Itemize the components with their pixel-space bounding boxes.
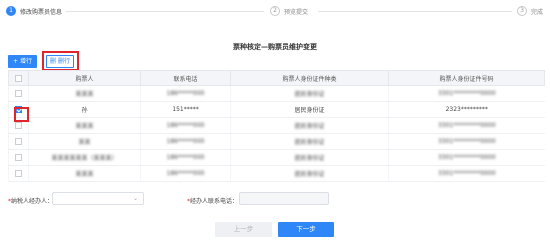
cell-name: 孙 [28,101,141,118]
step-1-label: 修改购票员信息 [20,8,63,16]
chevron-down-icon: ⌄ [132,195,138,202]
header-id-type: 购票人身份证件种类 [230,70,389,86]
cell-id-type: 居民身份证 [230,117,389,134]
header-buyer-name: 购票人 [28,70,141,86]
header-phone: 联系电话 [140,70,231,86]
cell-id-type: 居民身份证 [230,165,389,182]
step-1-number: 1 [6,6,16,16]
cell-name: 某某某 [28,85,141,102]
step-3-number: 3 [517,6,527,16]
cell-id-number: 2323********* [388,101,545,118]
cell-phone: 186*****000 [140,133,231,150]
table-row[interactable]: 某某某某某某（某某某） 186*****000 居民身份证 3301******… [8,149,545,166]
cell-phone: 186*****000 [140,117,231,134]
table-row[interactable]: 某某某 186*****000 居民身份证 3301*********0000 [8,165,545,182]
table-row[interactable]: 某某 186*****000 居民身份证 3301*********0000 [8,133,545,150]
step-2-number: 2 [270,6,280,16]
checkbox-highlight [14,107,29,122]
cell-name: 某某 [28,133,141,150]
select-all-checkbox[interactable] [15,74,22,82]
cell-name: 某某某 [28,117,141,134]
row-checkbox[interactable] [15,138,22,145]
phone-field-label: *经办人联系电话： [187,198,239,205]
table-header-row: 购票人 联系电话 购票人身份证件种类 购票人身份证件号码 [8,70,545,86]
cell-id-number: 3301*********0000 [388,149,545,166]
header-id-number: 购票人身份证件号码 [388,70,545,86]
cell-id-number: 3301*********0000 [388,117,545,134]
agent-phone-input[interactable] [239,192,329,205]
cell-id-type: 居民身份证 [230,149,389,166]
step-3-label: 完成 [531,8,544,16]
header-select[interactable] [8,70,29,86]
step-3: 3 完成 [517,6,543,16]
cell-id-type: 居民身份证 [230,133,389,150]
step-connector [66,11,264,12]
agent-select[interactable]: ⌄ [52,192,144,205]
cell-name: 某某某某某某（某某某） [28,149,141,166]
cell-phone: 151***** [140,101,231,118]
cell-id-number: 3301*********0000 [388,133,545,150]
row-checkbox[interactable] [15,122,22,129]
cell-id-type: 居民身份证 [230,101,389,118]
cell-phone: 186*****000 [140,85,231,102]
delete-button-highlight [42,51,79,71]
table-row[interactable]: 某某某 186*****000 居民身份证 3301*********0000 [8,117,545,134]
cell-id-number: 3301*********0000 [388,85,545,102]
step-1: 1 修改购票员信息 [6,6,62,16]
cell-id-type: 居民身份证 [230,85,389,102]
cell-id-number: 3301*********0000 [388,165,545,182]
step-connector [318,11,512,12]
cell-name: 某某某 [28,165,141,182]
next-step-button[interactable]: 下一步 [278,222,334,237]
table-row[interactable]: 孙 151***** 居民身份证 2323********* [8,101,545,118]
page-title: 票种核定—购票员维护变更 [233,43,317,51]
cell-phone: 186*****000 [140,149,231,166]
row-checkbox[interactable] [15,154,22,161]
step-2: 2 预览提交 [270,6,308,16]
prev-step-button[interactable]: 上一步 [215,222,272,237]
agent-field-label: *纳税人经办人： [8,198,54,205]
row-checkbox[interactable] [15,90,22,97]
progress-steps: 1 修改购票员信息 2 预览提交 3 完成 [0,0,550,22]
cell-phone: 186*****000 [140,165,231,182]
add-row-button[interactable]: + 增行 [8,55,37,68]
buyer-table: 购票人 联系电话 购票人身份证件种类 购票人身份证件号码 某某某 186****… [8,70,545,182]
row-checkbox[interactable] [15,170,22,177]
table-row[interactable]: 某某某 186*****000 居民身份证 3301*********0000 [8,85,545,102]
step-2-label: 预览提交 [284,8,309,16]
